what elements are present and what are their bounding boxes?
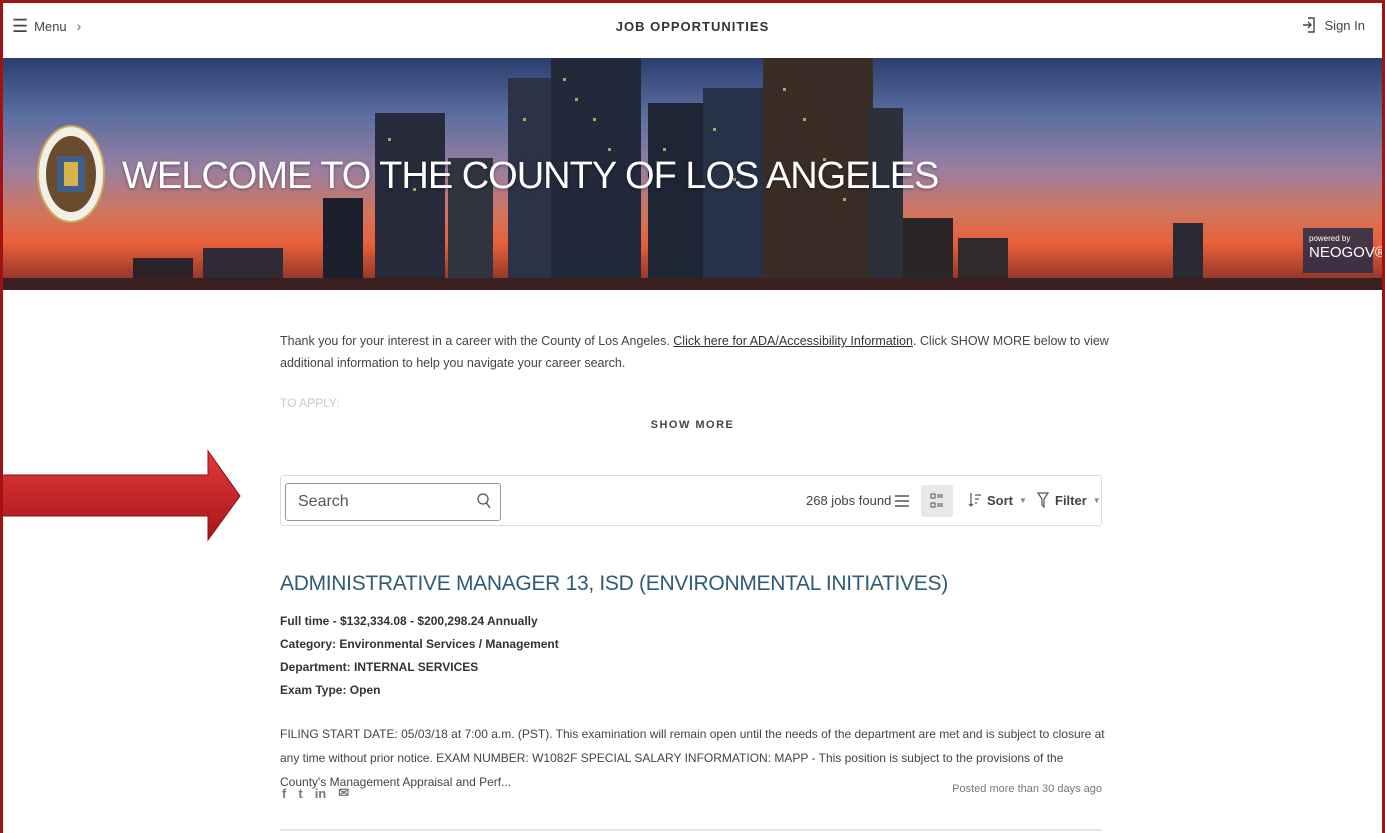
neogov-brand: NEOGOV®: [1309, 244, 1382, 261]
banner-title: WELCOME TO THE COUNTY OF LOS ANGELES: [122, 155, 939, 197]
job-exam-type: Exam Type: Open: [280, 683, 381, 697]
sort-icon: [968, 493, 981, 507]
job-salary: Full time - $132,334.08 - $200,298.24 An…: [280, 614, 538, 628]
facebook-icon[interactable]: f: [282, 786, 286, 801]
search-input[interactable]: [285, 483, 501, 521]
sort-dropdown[interactable]: Sort ▼: [968, 492, 1027, 508]
search-icon[interactable]: [477, 493, 491, 509]
posted-date: Posted more than 30 days ago: [952, 783, 1102, 795]
to-apply-heading: TO APPLY:: [280, 396, 340, 410]
hero-banner: WELCOME TO THE COUNTY OF LOS ANGELES pow…: [3, 58, 1382, 290]
intro-text-before: Thank you for your interest in a career …: [280, 334, 674, 348]
job-meta: Full time - $132,334.08 - $200,298.24 An…: [280, 610, 559, 702]
list-view-icon[interactable]: [892, 490, 912, 512]
top-bar: ☰ Menu › JOB OPPORTUNITIES Sign In: [3, 3, 1382, 58]
card-view-icon: [930, 493, 943, 508]
show-more-button[interactable]: SHOW MORE: [0, 419, 1385, 431]
job-department: Department: INTERNAL SERVICES: [280, 660, 479, 674]
page-title: JOB OPPORTUNITIES: [615, 19, 770, 34]
filter-label: Filter: [1055, 492, 1087, 508]
neogov-badge[interactable]: powered by NEOGOV®: [1303, 228, 1382, 273]
sign-in-label: Sign In: [1324, 17, 1365, 33]
caret-down-icon: ▼: [1019, 495, 1027, 505]
county-seal-logo: [37, 125, 105, 223]
sort-label: Sort: [987, 492, 1013, 508]
share-links: f t in ✉: [282, 785, 349, 801]
linkedin-icon[interactable]: in: [315, 786, 327, 801]
ada-accessibility-link[interactable]: Click here for ADA/Accessibility Informa…: [673, 334, 913, 348]
sign-in-icon: [1302, 17, 1315, 33]
caret-down-icon: ▼: [1092, 495, 1101, 505]
powered-by-text: powered by: [1309, 234, 1351, 243]
email-icon[interactable]: ✉: [338, 785, 349, 801]
job-search-toolbar: 268 jobs found Sort ▼ Filter ▼: [280, 475, 1102, 526]
intro-text: Thank you for your interest in a career …: [280, 330, 1110, 374]
card-view-button[interactable]: [921, 485, 953, 517]
twitter-icon[interactable]: t: [298, 786, 302, 801]
red-arrow-annotation: [0, 449, 241, 542]
filter-dropdown[interactable]: Filter ▼: [1037, 492, 1101, 508]
job-title-link[interactable]: ADMINISTRATIVE MANAGER 13, ISD (ENVIRONM…: [280, 572, 948, 596]
divider: [280, 829, 1102, 831]
sign-in-button[interactable]: Sign In: [1302, 17, 1365, 33]
jobs-found-count: 268 jobs found: [806, 493, 892, 508]
filter-icon: [1037, 492, 1049, 508]
job-category: Category: Environmental Services / Manag…: [280, 637, 559, 651]
